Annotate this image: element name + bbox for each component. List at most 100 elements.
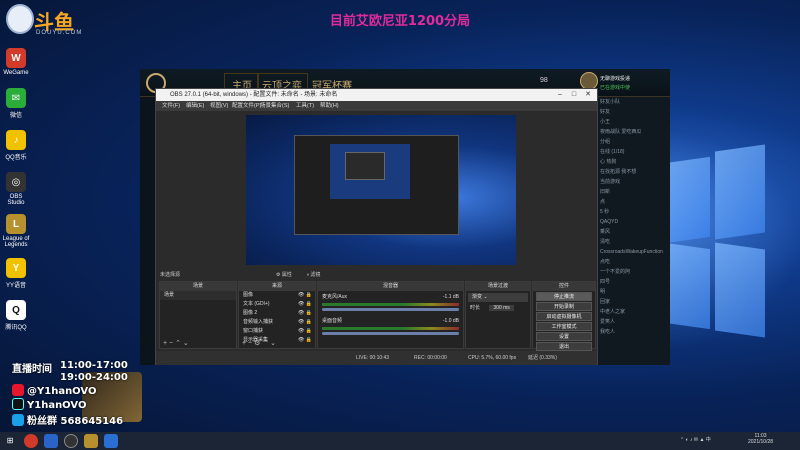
friend-row[interactable]: 在找拓源 我不想 bbox=[596, 167, 670, 177]
currency-value: 98 bbox=[540, 77, 548, 84]
friend-row[interactable]: 5 秒 bbox=[596, 207, 670, 217]
maximize-icon[interactable]: □ bbox=[567, 89, 581, 101]
friend-row[interactable]: 分组 bbox=[596, 137, 670, 147]
clock-date: 2021/10/28 bbox=[748, 439, 774, 445]
control-button-3[interactable]: 工作室模式 bbox=[536, 322, 592, 331]
friend-row[interactable]: 点吃 bbox=[596, 257, 670, 267]
friend-row[interactable]: 旧新 bbox=[596, 187, 670, 197]
obs-statusbar: LIVE: 00:10:43 REC: 00:00:00 CPU: 5.7%, … bbox=[156, 351, 597, 365]
obs-window[interactable]: OBS 27.0.1 (64-bit, windows) - 配置文件: 未命名… bbox=[155, 88, 598, 365]
clock[interactable]: 11:03 2021/10/28 bbox=[748, 433, 773, 445]
properties-button[interactable]: ⚙ 属性 bbox=[276, 271, 292, 278]
source-item[interactable]: 图像 2 👁 🔒 bbox=[239, 309, 315, 318]
summoner-status: 无聊游戏投递 bbox=[600, 76, 631, 82]
friend-row[interactable]: 中老人之家 bbox=[596, 307, 670, 317]
desktop-icon-5[interactable]: Y YY语音 bbox=[2, 258, 30, 289]
source-name: 音频输入捕获 bbox=[243, 319, 274, 325]
obs-menu-item[interactable]: 场景集合(S) bbox=[260, 101, 289, 111]
source-item[interactable]: 窗口捕获 👁 🔒 bbox=[239, 327, 315, 336]
friend-row[interactable]: 夜雨战队 爱吃西瓜 bbox=[596, 127, 670, 137]
friend-row[interactable]: 当前游戏 bbox=[596, 177, 670, 187]
brand-domain: DOUYU.COM bbox=[36, 30, 83, 36]
start-icon[interactable]: ⊞ bbox=[3, 434, 17, 448]
edge-icon[interactable] bbox=[44, 434, 58, 448]
obs-menu-item[interactable]: 帮助(H) bbox=[320, 101, 339, 111]
no-source-label: 未选择源 bbox=[160, 272, 181, 278]
summoner-substatus: 已在游戏中使 bbox=[600, 85, 631, 91]
visibility-lock-icon[interactable]: 👁 🔒 bbox=[298, 291, 312, 300]
friend-row[interactable]: 点 bbox=[596, 197, 670, 207]
friend-row[interactable]: QAQYD bbox=[596, 217, 670, 227]
channel-name: 麦克风/Aux bbox=[322, 294, 348, 300]
source-name: 文本 (GDI+) bbox=[243, 301, 270, 307]
desktop-icon-label: YY语音 bbox=[5, 283, 26, 289]
friend-row[interactable]: 回家 bbox=[596, 297, 670, 307]
friend-row[interactable]: CrossroadsWakeupFunction bbox=[596, 247, 670, 257]
source-controls[interactable]: + − ⚙ ⌃ ⌄ bbox=[242, 339, 276, 347]
close-icon[interactable]: ✕ bbox=[581, 89, 595, 101]
control-button-4[interactable]: 设置 bbox=[536, 332, 592, 341]
mixer-dock: 混音器 麦克风/Aux -1.1 dB 桌面音频 -1.0 dB bbox=[317, 281, 464, 349]
obs-menu-item[interactable]: 编辑(E) bbox=[186, 101, 204, 111]
friend-row[interactable]: 四号 bbox=[596, 277, 670, 287]
desktop-icon-label: League of Legends bbox=[2, 236, 30, 248]
friend-row[interactable]: 心 热狗 bbox=[596, 157, 670, 167]
friend-row[interactable]: 清吃 bbox=[596, 237, 670, 247]
taskbar: ⊞ ⌃ ◐ ♪ ✉ ▲ 中 11:03 2021/10/28 bbox=[0, 432, 800, 450]
desktop-icon-4[interactable]: L League of Legends bbox=[2, 214, 30, 248]
desktop-icon-2[interactable]: ♪ QQ音乐 bbox=[2, 130, 30, 161]
transition-select[interactable]: 渐变 ⌄ bbox=[468, 293, 528, 302]
friend-row[interactable]: 好友 bbox=[596, 107, 670, 117]
mixer-channel: 桌面音频 -1.0 dB bbox=[318, 315, 463, 339]
chrome-icon[interactable] bbox=[24, 434, 38, 448]
source-item[interactable]: 图像 👁 🔒 bbox=[239, 291, 315, 300]
windows-logo bbox=[665, 140, 765, 340]
obs-taskbar-icon[interactable] bbox=[64, 434, 78, 448]
duration-row[interactable]: 时长 300 ms bbox=[466, 304, 530, 313]
desktop-icon-0[interactable]: W WeGame bbox=[2, 48, 30, 76]
source-item[interactable]: 音频输入捕获 👁 🔒 bbox=[239, 318, 315, 327]
friend-row[interactable]: 我吃人 bbox=[596, 327, 670, 337]
obs-preview[interactable] bbox=[246, 115, 516, 265]
control-button-0[interactable]: 停止推流 bbox=[536, 292, 592, 301]
friend-row[interactable]: 乘风 bbox=[596, 227, 670, 237]
obs-titlebar: OBS 27.0.1 (64-bit, windows) - 配置文件: 未命名… bbox=[156, 89, 597, 101]
friend-row[interactable]: 好友小队 bbox=[596, 97, 670, 107]
visibility-lock-icon[interactable]: 👁 🔒 bbox=[298, 300, 312, 309]
minimize-icon[interactable]: – bbox=[553, 89, 567, 101]
volume-slider[interactable] bbox=[322, 332, 459, 335]
visibility-lock-icon[interactable]: 👁 🔒 bbox=[298, 318, 312, 327]
preview-nested-obs bbox=[294, 135, 459, 235]
app-taskbar-icon[interactable] bbox=[104, 434, 118, 448]
volume-slider[interactable] bbox=[322, 308, 459, 311]
source-name: 窗口捕获 bbox=[243, 328, 264, 334]
desktop-icon-6[interactable]: Q 腾讯QQ bbox=[2, 300, 30, 331]
obs-menu-item[interactable]: 文件(F) bbox=[162, 101, 180, 111]
control-button-2[interactable]: 启动虚拟摄像机 bbox=[536, 312, 592, 321]
league-taskbar-icon[interactable] bbox=[84, 434, 98, 448]
control-button-1[interactable]: 开始录制 bbox=[536, 302, 592, 311]
scene-item[interactable]: 场景 bbox=[160, 291, 236, 300]
filters-button[interactable]: ◑ 滤镜 bbox=[306, 271, 320, 278]
obs-menu-item[interactable]: 配置文件(P) bbox=[232, 101, 261, 111]
desktop-icon-3[interactable]: ◎ OBS Studio bbox=[2, 172, 30, 206]
obs-menu-item[interactable]: 视图(V) bbox=[210, 101, 228, 111]
friend-row[interactable]: 爱笑人 bbox=[596, 317, 670, 327]
tray-icons[interactable]: ⌃ ◐ ♪ ✉ ▲ 中 bbox=[680, 436, 711, 443]
visibility-lock-icon[interactable]: 👁 🔒 bbox=[298, 309, 312, 318]
friends-panel[interactable]: 好友小队 好友 小王 夜雨战队 爱吃西瓜 分组 在线 (1/18) 心 热狗 在找拓源 我不想… bbox=[595, 97, 670, 365]
friend-row[interactable]: 小王 bbox=[596, 117, 670, 127]
app-icon: W bbox=[6, 48, 26, 68]
friend-row[interactable]: 一个不爱的阿 bbox=[596, 267, 670, 277]
friend-row[interactable]: 明 bbox=[596, 287, 670, 297]
desktop-icon-1[interactable]: ✉ 微信 bbox=[2, 88, 30, 119]
visibility-lock-icon[interactable]: 👁 🔒 bbox=[298, 336, 312, 345]
weibo-icon bbox=[12, 384, 24, 396]
visibility-lock-icon[interactable]: 👁 🔒 bbox=[298, 327, 312, 336]
control-button-5[interactable]: 退出 bbox=[536, 342, 592, 351]
friend-row[interactable]: 在线 (1/18) bbox=[596, 147, 670, 157]
scene-controls[interactable]: + − ⌃ ⌄ bbox=[163, 339, 189, 347]
douyin-handle: Y1hanOVO bbox=[27, 400, 87, 411]
source-item[interactable]: 文本 (GDI+) 👁 🔒 bbox=[239, 300, 315, 309]
obs-menu-item[interactable]: 工具(T) bbox=[296, 101, 314, 111]
